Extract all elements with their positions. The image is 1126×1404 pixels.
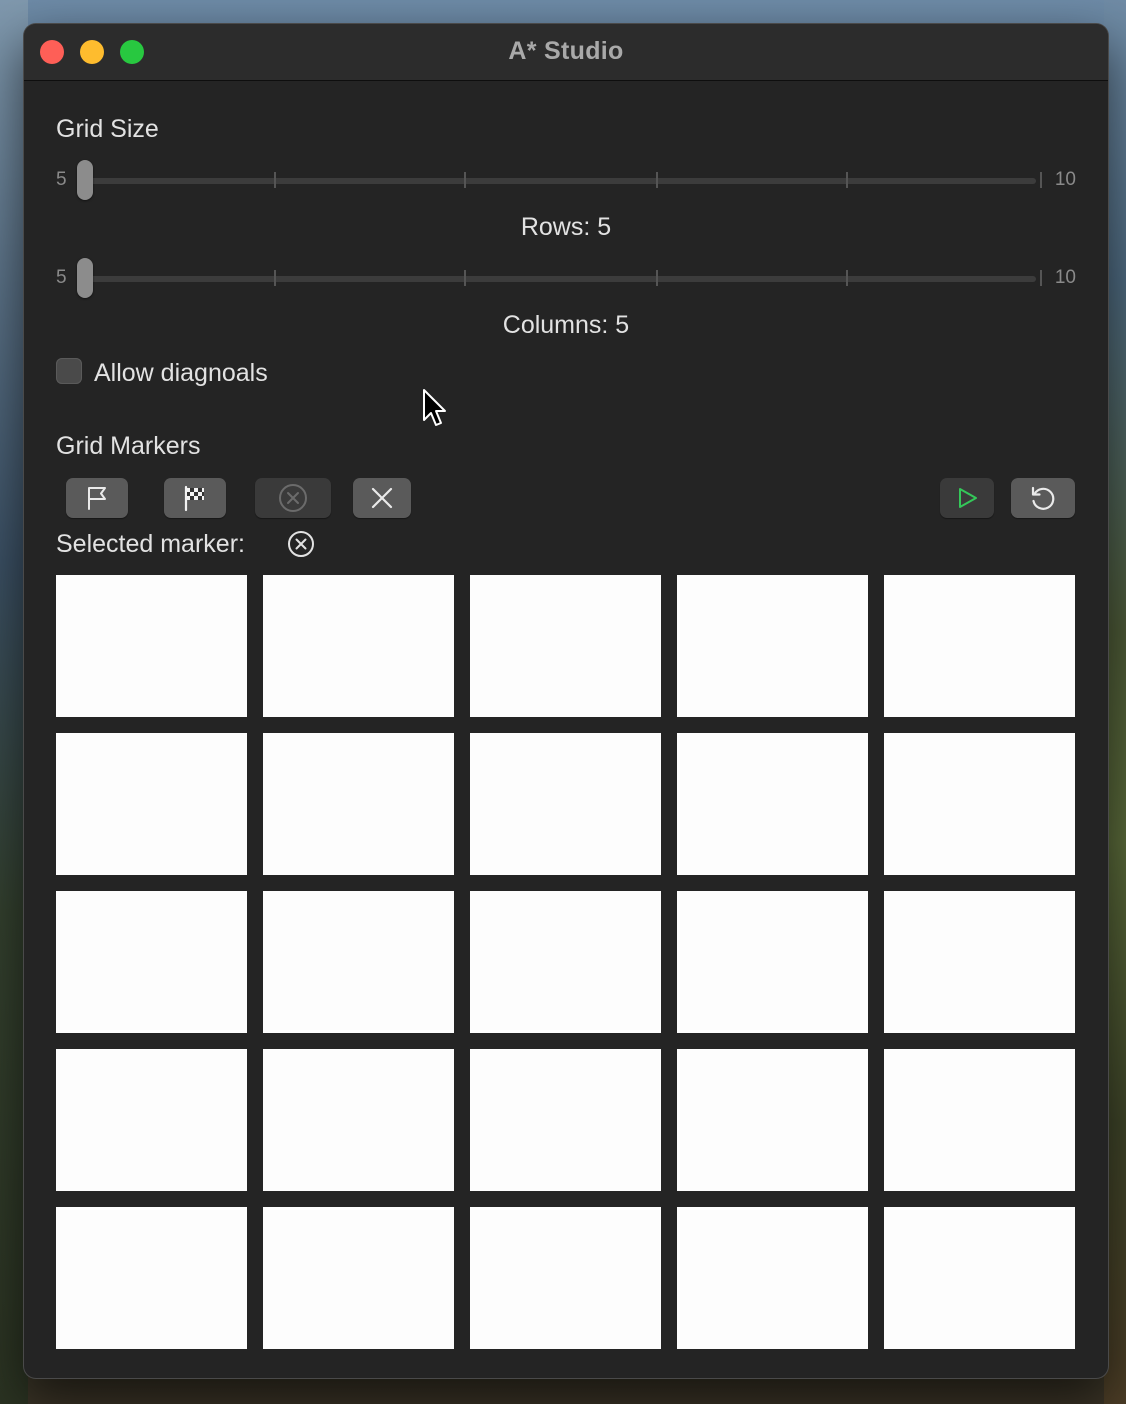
grid-cell[interactable] [884, 575, 1075, 717]
grid-cell[interactable] [56, 1207, 247, 1349]
columns-slider-knob[interactable] [77, 258, 93, 298]
grid-cell[interactable] [56, 733, 247, 875]
slider-tick [846, 172, 848, 188]
grid-cell[interactable] [470, 891, 661, 1033]
grid-cell[interactable] [884, 1049, 1075, 1191]
grid-cell[interactable] [677, 891, 868, 1033]
slider-tick [1040, 270, 1042, 286]
slider-tick [464, 172, 466, 188]
grid-cell[interactable] [470, 575, 661, 717]
circle-x-icon [286, 529, 316, 564]
rows-slider-knob[interactable] [77, 160, 93, 200]
rows-slider-track[interactable] [80, 178, 1036, 184]
grid-cell[interactable] [56, 1049, 247, 1191]
title-bar[interactable]: A* Studio [24, 24, 1108, 81]
slider-tick [464, 270, 466, 286]
slider-tick [656, 172, 658, 188]
rows-value-label: Rows: 5 [520, 213, 612, 241]
start-flag-button[interactable] [66, 478, 128, 518]
play-icon [955, 486, 979, 510]
slider-tick [1040, 172, 1042, 188]
app-window: A* Studio Grid Size 5 10 Rows: 5 5 10 Co… [24, 24, 1108, 1378]
path-grid [56, 575, 1076, 1349]
reset-button[interactable] [1011, 478, 1075, 518]
grid-cell[interactable] [263, 733, 454, 875]
grid-cell[interactable] [470, 1049, 661, 1191]
grid-cell[interactable] [884, 733, 1075, 875]
mouse-pointer-icon [422, 388, 448, 433]
grid-cell[interactable] [884, 1207, 1075, 1349]
circle-x-icon [277, 482, 309, 514]
grid-cell[interactable] [263, 1049, 454, 1191]
grid-cell[interactable] [884, 891, 1075, 1033]
allow-diagonals-label[interactable]: Allow diagnoals [94, 359, 268, 388]
rows-slider-max-label: 10 [1054, 169, 1076, 190]
columns-slider-min-label: 5 [56, 267, 67, 288]
window-title: A* Studio [508, 37, 624, 65]
selected-marker-label: Selected marker: [56, 530, 245, 558]
rows-slider[interactable]: 5 10 [56, 160, 1076, 200]
grid-size-heading: Grid Size [56, 115, 159, 143]
allow-diagonals-checkbox[interactable] [56, 358, 82, 384]
checkered-flag-icon [181, 484, 209, 512]
run-button[interactable] [940, 478, 994, 518]
slider-tick [656, 270, 658, 286]
grid-markers-heading: Grid Markers [56, 432, 201, 460]
flag-icon [84, 485, 110, 511]
grid-cell[interactable] [263, 1207, 454, 1349]
grid-cell[interactable] [677, 1049, 868, 1191]
clear-marker-button[interactable] [353, 478, 411, 518]
grid-cell[interactable] [263, 891, 454, 1033]
x-icon [370, 486, 394, 510]
reset-icon [1028, 483, 1058, 513]
columns-slider[interactable]: 5 10 [56, 258, 1076, 298]
grid-cell[interactable] [470, 1207, 661, 1349]
grid-cell[interactable] [677, 733, 868, 875]
finish-flag-button[interactable] [164, 478, 226, 518]
rows-slider-min-label: 5 [56, 169, 67, 190]
grid-cell[interactable] [56, 891, 247, 1033]
slider-tick [274, 172, 276, 188]
slider-tick [846, 270, 848, 286]
obstacle-marker-button[interactable] [255, 478, 331, 518]
grid-cell[interactable] [56, 575, 247, 717]
grid-cell[interactable] [677, 1207, 868, 1349]
grid-cell[interactable] [470, 733, 661, 875]
grid-cell[interactable] [677, 575, 868, 717]
grid-cell[interactable] [263, 575, 454, 717]
columns-slider-max-label: 10 [1054, 267, 1076, 288]
columns-value-label: Columns: 5 [502, 311, 630, 339]
columns-slider-track[interactable] [80, 276, 1036, 282]
slider-tick [274, 270, 276, 286]
